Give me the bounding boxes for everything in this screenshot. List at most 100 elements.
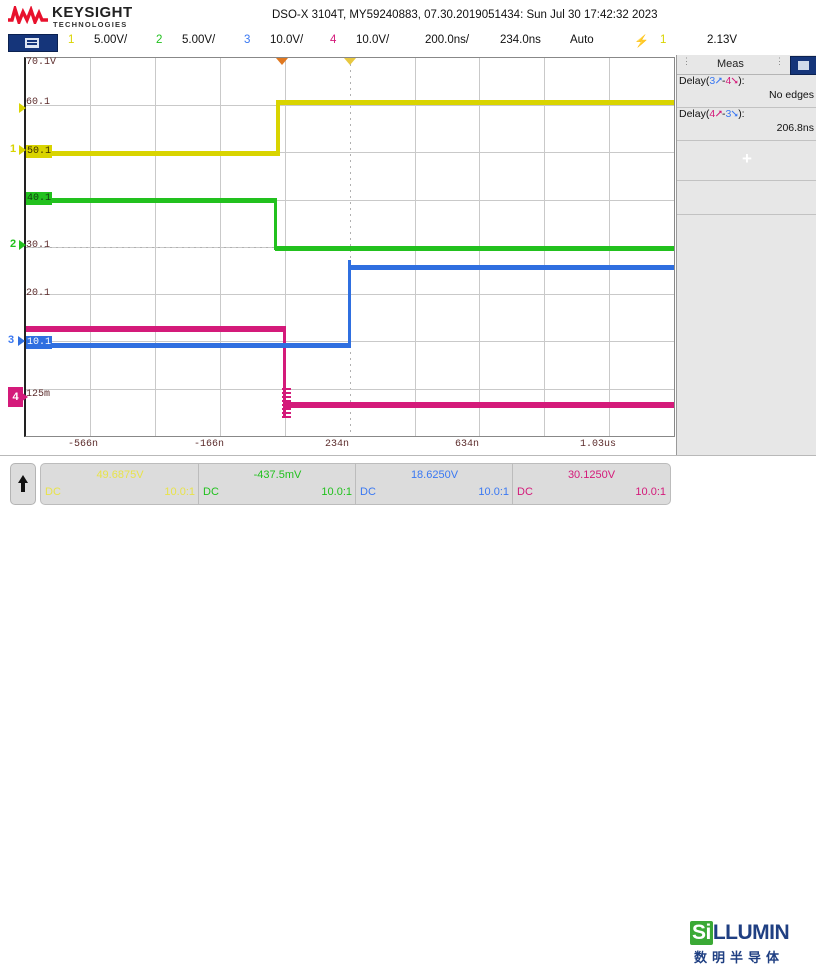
ch1-indicator[interactable]: 1 (68, 34, 74, 46)
ch4-ground-arrow-icon (21, 392, 28, 402)
silumin-si-mark: Si (690, 921, 713, 945)
trace-ch2-low (275, 246, 674, 251)
ch2-ground-marker[interactable]: 2 (10, 238, 16, 250)
measurement-label: Delay(3⭧-4⭨): (679, 75, 745, 88)
x-tick-label: 234n (325, 439, 350, 450)
ch3-scale[interactable]: 10.0V/ (270, 34, 303, 46)
waveform-area[interactable]: 70.1V 60.1 50.1 40.1 30.1 20.1 10.1 125m… (0, 55, 676, 455)
trace-ch1-high (278, 100, 674, 105)
measurement-row[interactable]: Delay(4⭧-3⭨): 206.8ns (677, 107, 816, 141)
y-tick-label-ch2: 40.1 (26, 192, 53, 205)
ch2-status-box[interactable]: -437.5mV DC 10.0:1 (198, 463, 357, 505)
trace-ch4-low (285, 402, 674, 408)
y-tick-label: 30.1 (26, 240, 51, 251)
keysight-logo: KEYSIGHT TECHNOLOGIES (8, 4, 183, 30)
oscilloscope-screenshot: KEYSIGHT TECHNOLOGIES DSO-X 3104T, MY592… (0, 0, 816, 965)
trigger-reference-marker-icon (344, 58, 356, 65)
trigger-level[interactable]: 2.13V (707, 34, 737, 46)
ch3-indicator[interactable]: 3 (244, 34, 250, 46)
add-measurement-button[interactable]: + (677, 149, 816, 169)
meas-label-suffix: ): (738, 108, 745, 120)
keysight-name: KEYSIGHT (52, 4, 133, 21)
trace-ch1-edge (276, 100, 280, 156)
meas-label-prefix: Delay( (679, 108, 710, 120)
trigger-mode[interactable]: Auto (570, 34, 594, 46)
save-icon[interactable] (8, 34, 58, 52)
instrument-title: DSO-X 3104T, MY59240883, 07.30.201905143… (272, 9, 658, 21)
y-tick-label-ch1: 50.1 (26, 145, 53, 158)
drag-handle-right-icon[interactable]: ⋮ (775, 57, 785, 66)
ch2-ground-arrow-icon (19, 240, 26, 250)
measurement-empty-row[interactable] (677, 180, 816, 215)
expand-panel-button[interactable] (10, 463, 36, 505)
drag-handle-left-icon[interactable]: ⋮ (682, 57, 692, 66)
ch3-status-value: 18.6250V (410, 469, 459, 481)
trace-ch3-low (26, 343, 350, 348)
waveform-grid[interactable] (24, 57, 675, 437)
trace-ch2-high (26, 198, 275, 203)
timebase-delay[interactable]: 234.0ns (500, 34, 541, 46)
ch4-indicator[interactable]: 4 (330, 34, 336, 46)
trigger-edge-icon: ⚡ (634, 34, 649, 48)
ch3-ground-arrow-icon (18, 336, 25, 346)
measurement-value: No edges (769, 89, 814, 101)
measurement-value: 206.8ns (776, 122, 814, 134)
add-measurement-row[interactable]: + (677, 140, 816, 181)
meas-edge-a-icon: ⭧ (715, 108, 723, 120)
keysight-subtitle: TECHNOLOGIES (53, 20, 128, 29)
keysight-wave-icon (8, 6, 48, 24)
ch1-status-value: 49.6875V (96, 469, 144, 481)
measurement-panel[interactable]: ⋮ Meas ⋮ Delay(3⭧-4⭨): No edges Delay(4⭧… (676, 55, 816, 455)
meas-edge-a-icon: ⭧ (715, 75, 723, 87)
timebase-scale[interactable]: 200.0ns/ (425, 34, 469, 46)
bottom-status-bar: 49.6875V DC 10.0:1 -437.5mV DC 10.0:1 18… (0, 455, 816, 965)
ch4-status-coupling: DC (517, 486, 533, 498)
bottom-divider (0, 455, 816, 456)
ch2-indicator[interactable]: 2 (156, 34, 162, 46)
trace-ch3-high (350, 265, 674, 270)
ch1-scale[interactable]: 5.00V/ (94, 34, 127, 46)
silumin-name-rest: LLUMIN (712, 921, 790, 944)
ch3-status-box[interactable]: 18.6250V DC 10.0:1 (355, 463, 514, 505)
measurement-panel-title: Meas (717, 58, 744, 70)
measurement-label: Delay(4⭧-3⭨): (679, 108, 745, 121)
y-tick-label: 125m (26, 389, 51, 400)
ch4-status-box[interactable]: 30.1250V DC 10.0:1 (512, 463, 671, 505)
y-tick-label-ch3: 10.1 (26, 336, 53, 349)
x-tick-label: -566n (68, 439, 99, 450)
ch3-ground-marker[interactable]: 3 (8, 334, 14, 346)
ch1-trigger-arrow-icon (19, 103, 26, 113)
ch4-status-value: 30.1250V (567, 469, 616, 481)
measurement-save-button[interactable] (790, 56, 816, 75)
ch2-scale[interactable]: 5.00V/ (182, 34, 215, 46)
measurement-row[interactable]: Delay(3⭧-4⭨): No edges (677, 74, 816, 108)
silumin-chinese-name: 数明半导体 (694, 950, 785, 965)
header-bar: KEYSIGHT TECHNOLOGIES DSO-X 3104T, MY592… (0, 0, 816, 81)
x-tick-label: -166n (194, 439, 225, 450)
measurement-panel-header: ⋮ Meas ⋮ (677, 55, 816, 75)
ch3-status-ratio: 10.0:1 (478, 486, 509, 498)
x-tick-label: 1.03us (580, 439, 617, 450)
ch1-status-box[interactable]: 49.6875V DC 10.0:1 (40, 463, 200, 505)
ch2-status-value: -437.5mV (253, 469, 302, 481)
ch3-status-coupling: DC (360, 486, 376, 498)
silumin-logo: SiLLUMIN 数明半导体 (690, 921, 810, 967)
y-tick-label: 20.1 (26, 288, 51, 299)
trigger-point-marker-icon (276, 58, 288, 65)
gridline-h (26, 105, 674, 106)
ch1-ground-arrow-icon (19, 145, 26, 155)
ch2-status-coupling: DC (203, 486, 219, 498)
trigger-source[interactable]: 1 (660, 34, 666, 46)
x-tick-label: 634n (455, 439, 480, 450)
settings-row: 1 5.00V/ 2 5.00V/ 3 10.0V/ 4 10.0V/ 200.… (0, 32, 816, 81)
ch1-status-ratio: 10.0:1 (164, 486, 195, 498)
trace-ch1-low (26, 151, 276, 156)
y-tick-label: 70.1V (26, 57, 57, 68)
silumin-wordmark: SiLLUMIN (690, 921, 790, 945)
ch4-scale[interactable]: 10.0V/ (356, 34, 389, 46)
ch2-status-ratio: 10.0:1 (321, 486, 352, 498)
ch4-status-ratio: 10.0:1 (635, 486, 666, 498)
ch1-ground-marker[interactable]: 1 (10, 143, 16, 155)
ch1-status-coupling: DC (45, 486, 61, 498)
meas-label-prefix: Delay( (679, 75, 710, 87)
